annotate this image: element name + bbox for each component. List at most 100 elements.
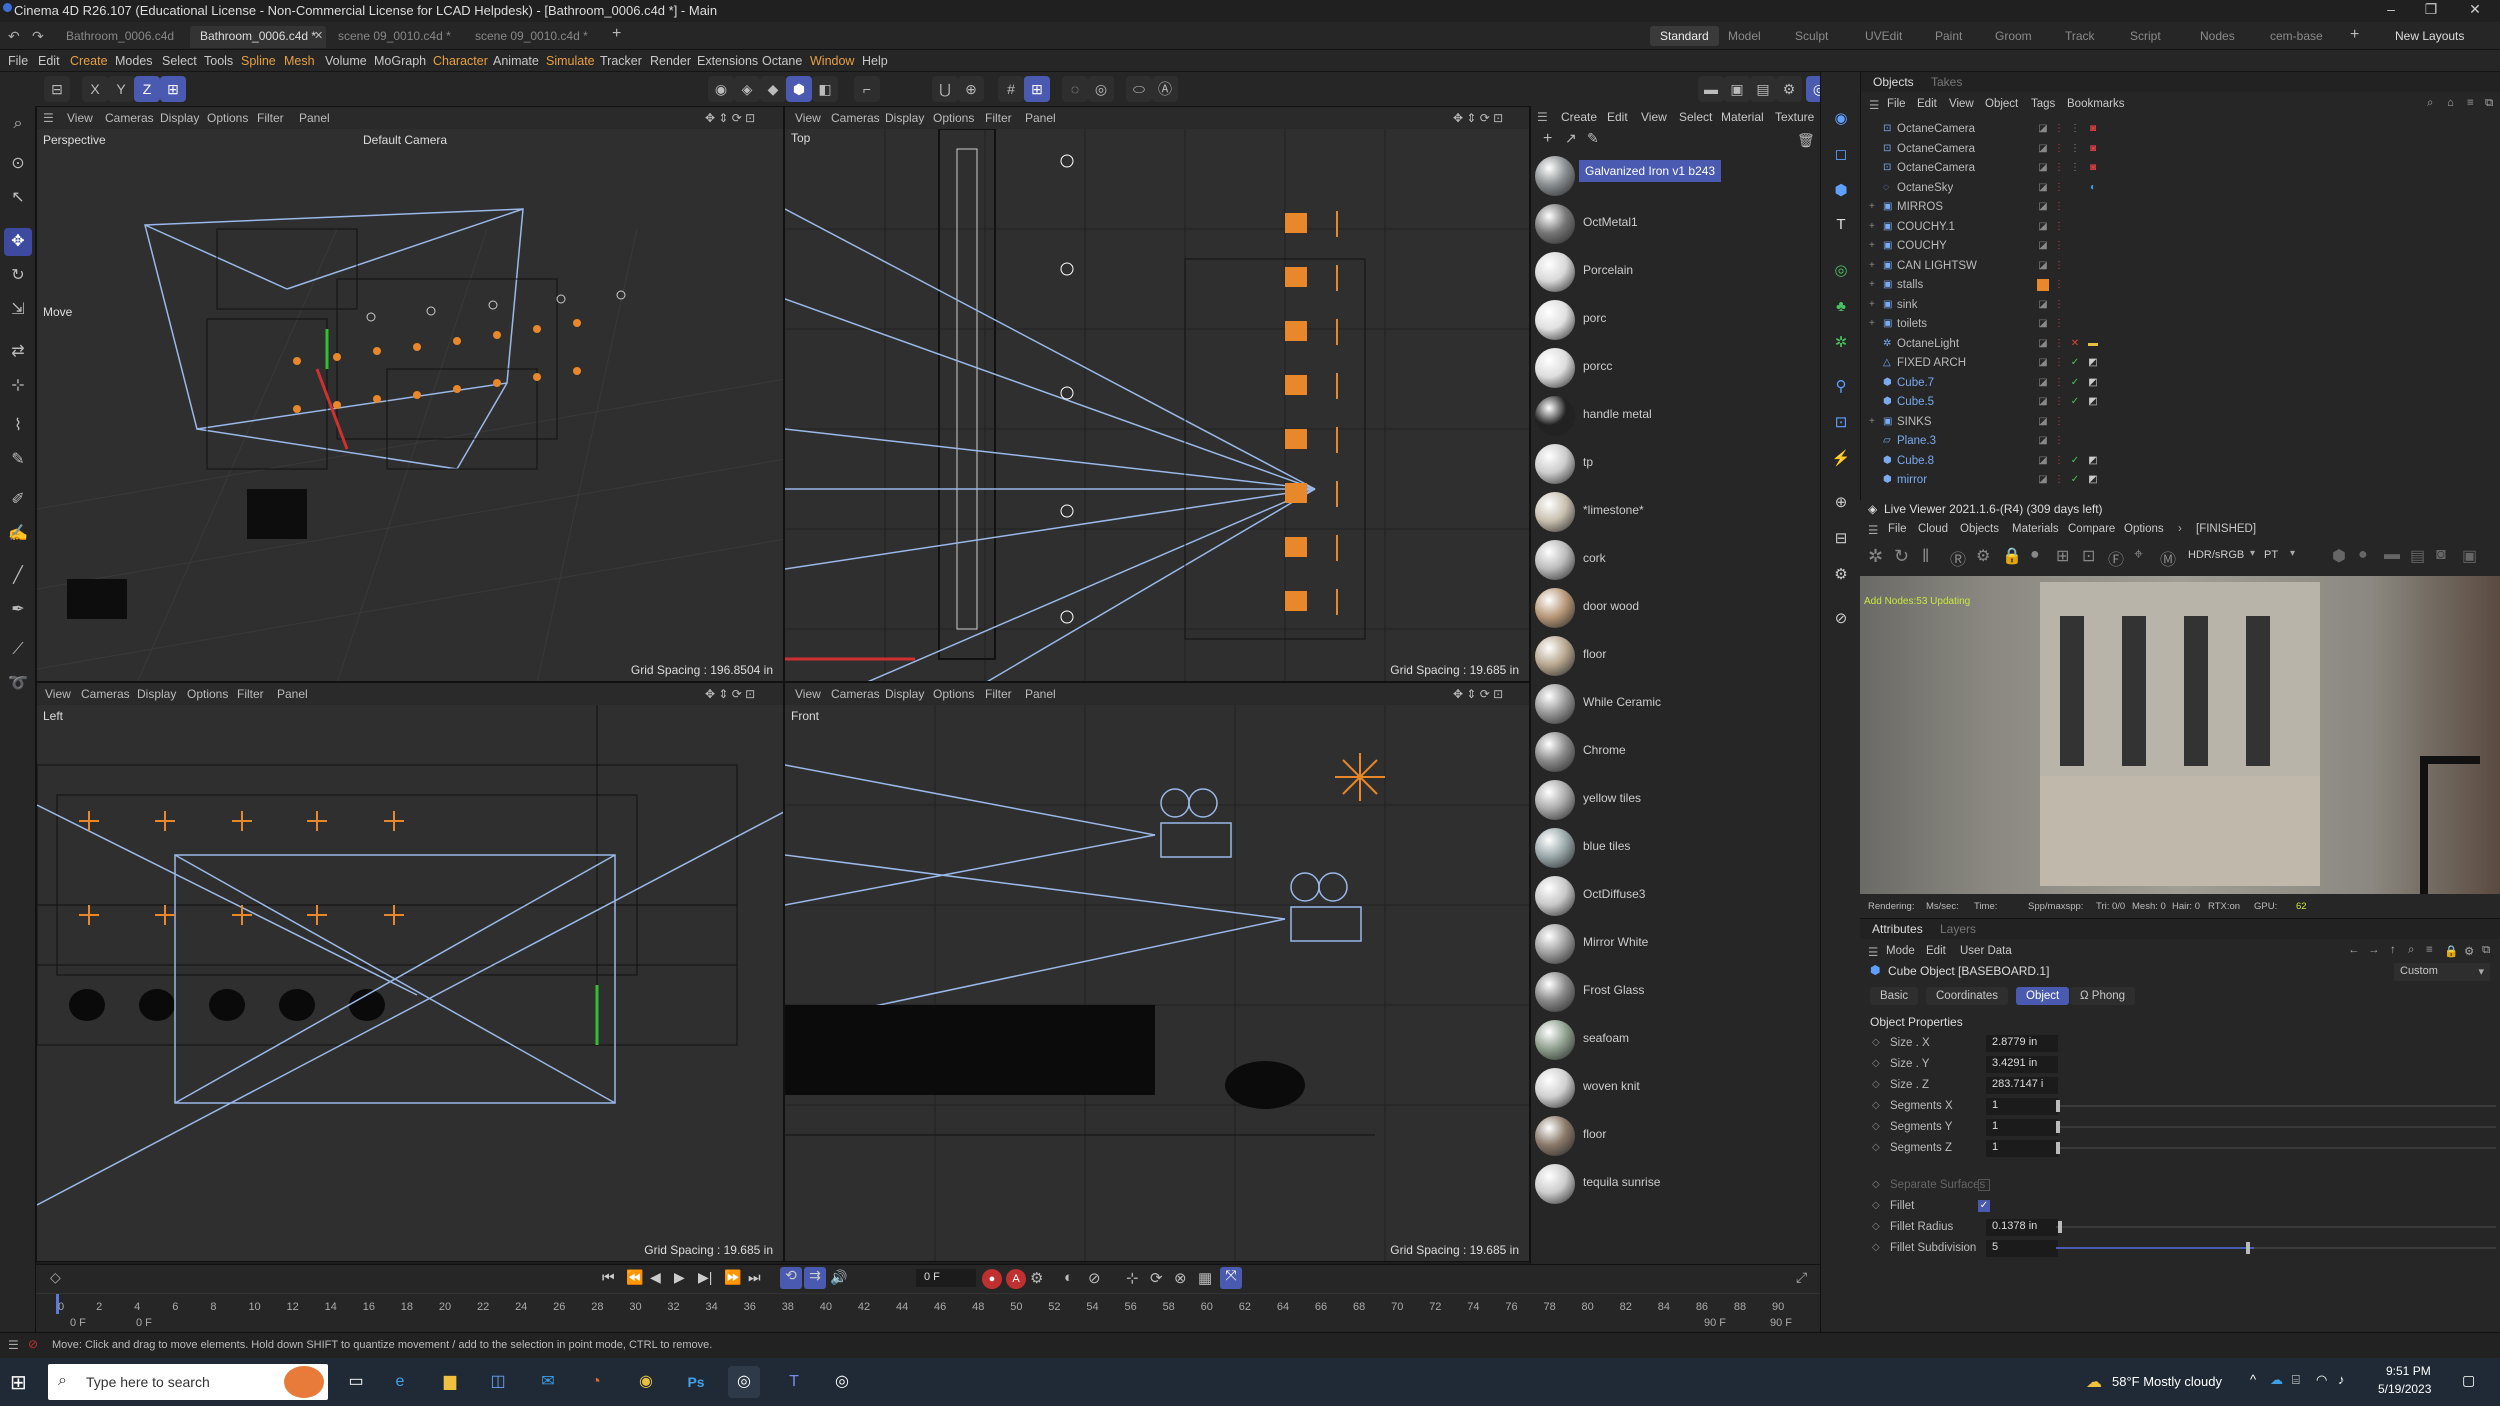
material-item[interactable]: *limestone* <box>1531 488 1731 536</box>
layer-icon[interactable]: ◪ <box>2037 123 2049 135</box>
viewport-menu-options[interactable]: Options <box>933 687 974 701</box>
file-explorer-icon[interactable]: ▆ <box>434 1366 466 1398</box>
object-row[interactable]: + ▣ toilets ◪ ⋮ <box>1861 315 2500 335</box>
volume-icon[interactable]: ♪ <box>2338 1372 2345 1387</box>
viewport-menu-display[interactable]: Display <box>885 111 924 125</box>
points-mode-icon[interactable]: ◉ <box>708 76 734 102</box>
save-icon[interactable]: ▣ <box>2462 546 2477 566</box>
render-queue-icon[interactable]: ▤ <box>1750 76 1776 102</box>
property-slider[interactable] <box>2056 1126 2496 1128</box>
disabled-x-icon[interactable]: ✕ <box>2069 338 2081 350</box>
close-tab-icon[interactable]: ✕ <box>314 29 323 42</box>
keyframe-diamond-icon[interactable]: ◇ <box>1872 1142 1880 1153</box>
redo-icon[interactable]: ↷ <box>32 28 44 45</box>
render-settings-btn-icon[interactable]: ⚙ <box>1776 76 1802 102</box>
viewport-menu-filter[interactable]: Filter <box>985 687 1012 701</box>
notification-icon[interactable]: ▢ <box>2462 1372 2475 1389</box>
material-item[interactable]: porcc <box>1531 344 1731 392</box>
target-icon[interactable]: ◎ <box>1088 76 1114 102</box>
layout-standard[interactable]: Standard <box>1650 26 1719 46</box>
visibility-dots-icon[interactable]: ⋮ <box>2053 435 2065 447</box>
visibility-dots-icon[interactable]: ⋮ <box>2053 357 2065 369</box>
transfer-tool-icon[interactable]: ⇄ <box>4 338 32 366</box>
material-tag-icon[interactable]: ◩ <box>2087 455 2099 467</box>
texture-mode-icon[interactable]: ◧ <box>812 76 838 102</box>
menu-toggle-icon[interactable]: ☰ <box>1868 945 1878 959</box>
layer-icon[interactable]: ◪ <box>2037 240 2049 252</box>
viewport-menu-view[interactable]: View <box>67 111 93 125</box>
lv-menu-options[interactable]: Options <box>2124 523 2164 535</box>
mat-menu-edit[interactable]: Edit <box>1607 110 1628 124</box>
visibility-dots-icon[interactable]: ⋮ <box>2053 318 2065 330</box>
grid-snap-icon[interactable]: # <box>998 76 1024 102</box>
menu-tracker[interactable]: Tracker <box>600 54 642 68</box>
layer-icon[interactable]: ◪ <box>2037 377 2049 389</box>
home-icon[interactable]: ⌂ <box>2447 97 2454 109</box>
expand-icon[interactable]: + <box>1869 260 1875 271</box>
live-select-icon[interactable]: ↖ <box>4 184 32 212</box>
tab-attributes[interactable]: Attributes <box>1872 922 1923 936</box>
clock-date[interactable]: 5/19/2023 <box>2378 1382 2431 1396</box>
forward-arrow-icon[interactable]: → <box>2368 944 2380 956</box>
doc-tab[interactable]: scene 09_0010.c4d * <box>328 26 461 48</box>
layout-cem-base[interactable]: cem-base <box>2260 26 2333 46</box>
viewport-menu-options[interactable]: Options <box>207 111 248 125</box>
slider-handle[interactable] <box>2056 1142 2060 1154</box>
model-mode-icon[interactable]: ⊟ <box>44 76 70 102</box>
menu-toggle-icon[interactable]: ☰ <box>8 1338 19 1352</box>
subtab-coordinates[interactable]: Coordinates <box>1926 987 2009 1005</box>
minimize-icon[interactable]: – <box>2380 1 2402 21</box>
search-icon[interactable]: ⌕ <box>2408 944 2414 957</box>
obj-menu-edit[interactable]: Edit <box>1917 98 1937 110</box>
enabled-check-icon[interactable]: ✓ <box>2069 377 2081 389</box>
object-row[interactable]: △ FIXED ARCH ◪ ⋮ ✓ ◩ <box>1861 354 2500 374</box>
sphere-icon[interactable]: ● <box>2030 546 2040 564</box>
octane-tree-icon[interactable]: ♣ <box>1828 294 1854 320</box>
x-axis-icon[interactable]: X <box>82 76 108 102</box>
obj-menu-tags[interactable]: Tags <box>2031 98 2055 110</box>
eyedropper-icon[interactable]: ⟋ <box>4 636 32 664</box>
camera-icon[interactable]: ◙ <box>2436 546 2446 564</box>
layer-icon[interactable]: ◪ <box>2037 338 2049 350</box>
mat-menu-select[interactable]: Select <box>1679 110 1712 124</box>
doc-tab[interactable]: Bathroom_0006.c4d <box>56 26 184 48</box>
windows-start-icon[interactable]: ⊞ <box>10 1370 27 1395</box>
keyframe-diamond-icon[interactable]: ◇ <box>1872 1221 1880 1232</box>
axis-tool-icon[interactable]: ⊹ <box>4 372 32 400</box>
menu-edit[interactable]: Edit <box>38 54 60 68</box>
object-row[interactable]: ◌ OctaneSky ◪ ⋮ ◐ <box>1861 179 2500 199</box>
octane-logo-icon[interactable]: ✲ <box>1868 546 1883 567</box>
layer-icon[interactable]: ◪ <box>2037 221 2049 233</box>
attr-menu-edit[interactable]: Edit <box>1926 945 1946 957</box>
property-value-field[interactable]: 283.7147 i <box>1986 1077 2058 1094</box>
viewport-menu-filter[interactable]: Filter <box>257 111 284 125</box>
material-item[interactable]: tp <box>1531 440 1731 488</box>
new-layouts-button[interactable]: New Layouts <box>2385 26 2474 46</box>
object-row[interactable]: ▱ Plane.3 ◪ ⋮ <box>1861 432 2500 452</box>
layer-icon[interactable]: ◪ <box>2037 416 2049 428</box>
z-axis-icon[interactable]: Z <box>134 76 160 102</box>
menu-window[interactable]: Window <box>810 54 854 68</box>
layout-model[interactable]: Model <box>1718 26 1771 46</box>
material-item[interactable]: door wood <box>1531 584 1731 632</box>
layer-icon[interactable]: ◪ <box>2037 143 2049 155</box>
viewport-menu-display[interactable]: Display <box>885 687 924 701</box>
menu-help[interactable]: Help <box>862 54 888 68</box>
menu-character[interactable]: Character <box>433 54 488 68</box>
scale-tool-icon[interactable]: ⇲ <box>4 296 32 324</box>
visibility-dots-icon[interactable]: ⋮ <box>2053 377 2065 389</box>
expand-icon[interactable]: + <box>1869 279 1875 290</box>
preset-dropdown[interactable]: Custom ▾ <box>2394 963 2490 981</box>
render-view-icon[interactable]: ▬ <box>1698 76 1724 102</box>
text-icon[interactable]: T <box>1828 212 1854 238</box>
preview-end-field[interactable]: 90 F <box>1704 1317 1726 1329</box>
viewport-menu-view[interactable]: View <box>795 111 821 125</box>
material-item[interactable]: OctMetal1 <box>1531 200 1731 248</box>
edges-mode-icon[interactable]: ◈ <box>734 76 760 102</box>
edge-icon[interactable]: e <box>384 1366 416 1398</box>
arrow-tool-icon[interactable]: ↗ <box>1565 130 1577 147</box>
menu-modes[interactable]: Modes <box>115 54 153 68</box>
render-dots-icon[interactable]: ⋮ <box>2069 123 2081 135</box>
visibility-dots-icon[interactable]: ⋮ <box>2053 260 2065 272</box>
restore-icon[interactable]: ❐ <box>2420 1 2442 21</box>
